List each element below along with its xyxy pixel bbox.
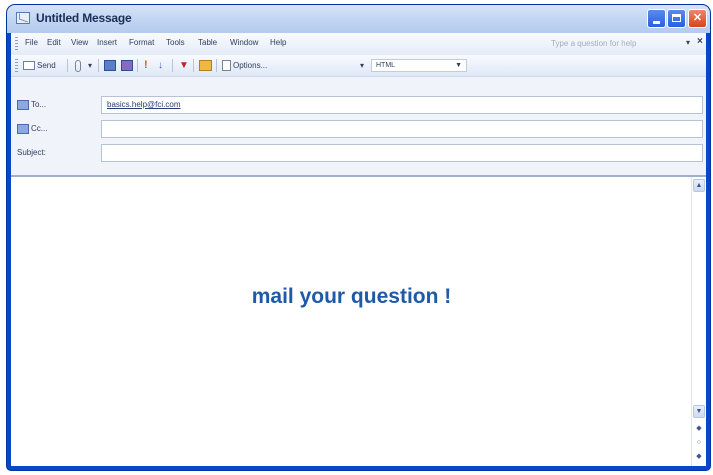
menu-window[interactable]: Window (230, 38, 258, 47)
close-icon: ✕ (692, 12, 703, 24)
cc-label: Cc... (31, 124, 48, 133)
minimize-button[interactable] (647, 9, 666, 28)
browse-object-icon[interactable]: ○ (693, 439, 705, 446)
flag-icon: ▼ (179, 60, 189, 71)
to-label: To... (31, 100, 47, 109)
menu-tools[interactable]: Tools (166, 38, 185, 47)
message-body-text: mail your question ! (251, 285, 452, 308)
menu-table[interactable]: Table (198, 38, 217, 47)
subject-field[interactable] (101, 144, 703, 162)
help-close-icon[interactable]: × (697, 36, 703, 47)
menu-help[interactable]: Help (270, 38, 286, 47)
menu-edit[interactable]: Edit (47, 38, 61, 47)
menu-format[interactable]: Format (129, 38, 154, 47)
menu-view[interactable]: View (71, 38, 88, 47)
cc-field[interactable] (101, 120, 703, 138)
to-recipient[interactable]: basics.help@fci.com (107, 100, 180, 109)
options-label: Options... (233, 61, 268, 70)
minimize-icon (653, 21, 660, 24)
address-book-icon (104, 60, 116, 72)
check-names-button[interactable] (121, 58, 133, 73)
vertical-scrollbar[interactable]: ▲ ▼ ◆ ○ ◆ (691, 177, 706, 466)
importance-low-button[interactable]: ↓ (158, 58, 163, 73)
check-names-icon (121, 60, 133, 72)
attach-dropdown[interactable]: ▾ (88, 58, 92, 73)
address-book-button[interactable] (104, 58, 116, 73)
subject-label: Subject: (17, 148, 46, 157)
importance-high-icon: ! (144, 59, 148, 71)
chevron-down-icon: ▼ (455, 62, 462, 69)
permission-button[interactable] (199, 58, 212, 73)
help-search-input[interactable]: Type a question for help (551, 37, 681, 50)
cc-button[interactable]: Cc... (17, 121, 87, 137)
toolbar-separator (67, 59, 68, 72)
toolbar-separator (172, 59, 173, 72)
address-book-icon (17, 99, 29, 110)
to-row: To... basics.help@fci.com (11, 93, 706, 117)
help-dropdown-icon[interactable]: ▾ (686, 38, 690, 47)
menu-grip[interactable] (15, 37, 18, 51)
address-book-icon (17, 123, 29, 134)
title-bar[interactable]: Untitled Message ✕ (7, 5, 710, 33)
app-icon (16, 12, 30, 24)
toolbar-separator (193, 59, 194, 72)
maximize-icon (672, 14, 681, 22)
cc-row: Cc... (11, 117, 706, 141)
message-body[interactable]: mail your question ! ▲ ▼ ◆ ○ ◆ (11, 175, 706, 466)
next-page-icon[interactable]: ◆ (693, 452, 705, 460)
subject-row: Subject: (11, 141, 706, 165)
options-icon (222, 60, 231, 72)
to-button[interactable]: To... (17, 97, 87, 113)
message-window: Untitled Message ✕ File Edit View Insert… (7, 5, 710, 470)
message-format-value: HTML (376, 62, 396, 69)
options-dropdown[interactable]: ▾ (360, 58, 364, 73)
to-field[interactable]: basics.help@fci.com (101, 96, 703, 114)
scroll-up-button[interactable]: ▲ (693, 179, 705, 192)
menu-insert[interactable]: Insert (97, 38, 117, 47)
send-label: Send (37, 61, 56, 70)
window-title: Untitled Message (36, 11, 132, 25)
importance-low-icon: ↓ (158, 60, 163, 71)
menu-file[interactable]: File (25, 38, 38, 47)
toolbar-grip[interactable] (15, 59, 18, 73)
toolbar-separator (216, 59, 217, 72)
toolbar-separator (137, 59, 138, 72)
toolbar-separator (98, 59, 99, 72)
send-icon (23, 61, 35, 71)
send-button[interactable]: Send (23, 58, 56, 73)
client-area: File Edit View Insert Format Tools Table… (11, 33, 706, 466)
importance-high-button[interactable]: ! (144, 58, 148, 73)
attach-button[interactable] (75, 58, 81, 73)
menu-bar: File Edit View Insert Format Tools Table… (11, 33, 706, 56)
scroll-down-button[interactable]: ▼ (693, 405, 705, 418)
attach-icon (75, 59, 81, 72)
options-button[interactable]: Options... (222, 58, 267, 73)
standard-toolbar: Send ▾ ! ↓ ▼ Options... ▾ HTML ▼ (11, 55, 706, 77)
previous-page-icon[interactable]: ◆ (693, 424, 705, 432)
permission-icon (199, 60, 212, 72)
maximize-button[interactable] (667, 9, 686, 28)
close-button[interactable]: ✕ (688, 9, 707, 28)
message-format-select[interactable]: HTML ▼ (371, 59, 467, 72)
flag-button[interactable]: ▼ (179, 58, 189, 73)
